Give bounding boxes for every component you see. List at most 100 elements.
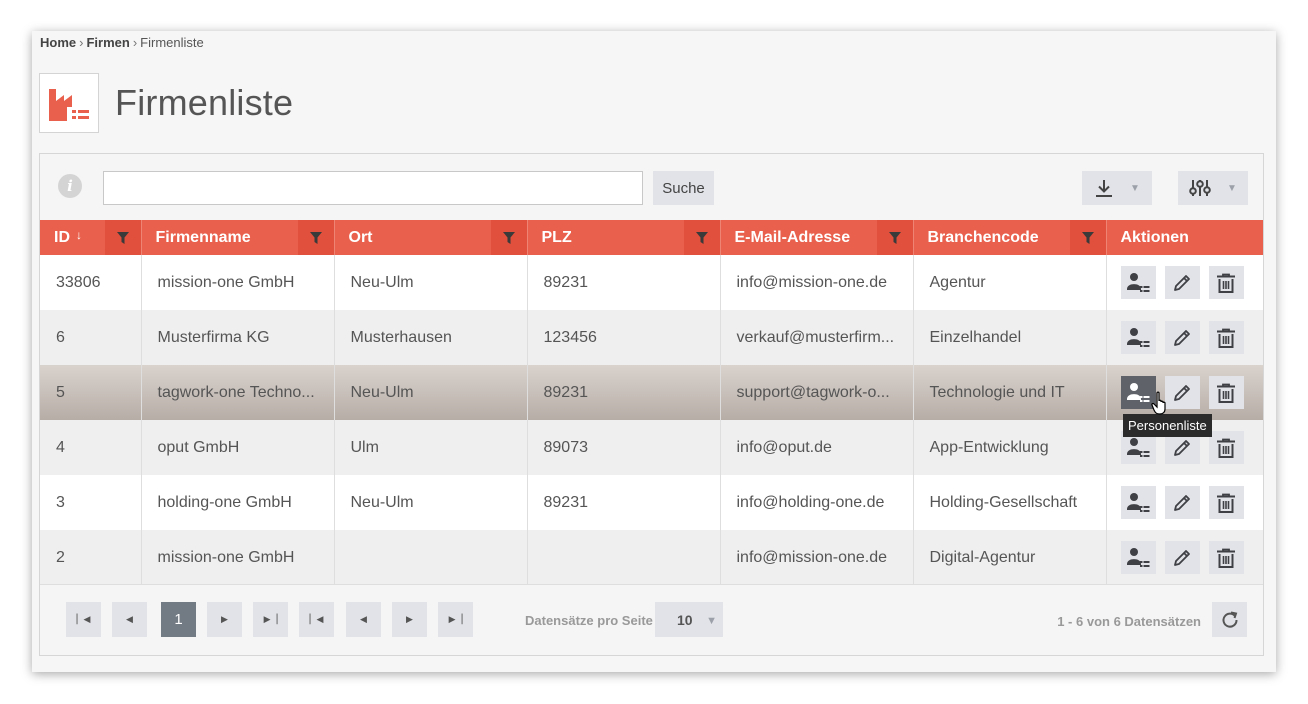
cell-actions — [1106, 475, 1263, 530]
cell-firmenname: mission-one GmbH — [141, 530, 335, 585]
next-page-button[interactable]: ▶ — [207, 602, 242, 637]
cell-branchencode: App-Entwicklung — [913, 420, 1107, 475]
edit-button[interactable] — [1164, 266, 1200, 299]
search-button[interactable]: Suche — [653, 171, 714, 205]
table-row[interactable]: 5 tagwork-one Techno... Neu-Ulm 89231 suppor… — [40, 365, 1263, 420]
trash-icon — [1216, 493, 1236, 513]
cell-ort: Ulm — [334, 420, 528, 475]
filter-icon[interactable] — [297, 220, 334, 255]
cell-plz: 89231 — [527, 475, 721, 530]
grid-toolbar: i Suche ▼ ▼ — [40, 154, 1263, 220]
trash-icon — [1216, 328, 1236, 348]
cell-id: 3 — [40, 475, 142, 530]
cell-actions — [1106, 365, 1263, 420]
table-row[interactable]: 4 oput GmbH Ulm 89073 info@oput.de App-Entwic… — [40, 420, 1263, 475]
per-page-select[interactable]: 10 ▼ — [655, 602, 723, 637]
previous-page-button-secondary[interactable]: ◀ — [346, 602, 381, 637]
records-count: 1 - 6 von 6 Datensätzen — [1057, 614, 1201, 629]
cell-branchencode: Digital-Agentur — [913, 530, 1107, 585]
delete-button[interactable] — [1208, 486, 1244, 519]
filter-icon[interactable] — [683, 220, 720, 255]
cell-branchencode: Einzelhandel — [913, 310, 1107, 365]
column-header-ort[interactable]: Ort — [334, 220, 528, 255]
first-page-button-secondary[interactable]: ▏◀ — [299, 602, 334, 637]
cell-firmenname: holding-one GmbH — [141, 475, 335, 530]
table-row[interactable]: 6 Musterfirma KG Musterhausen 123456 verkauf… — [40, 310, 1263, 365]
cell-firmenname: Musterfirma KG — [141, 310, 335, 365]
tooltip-personenliste: Personenliste — [1123, 414, 1212, 437]
chevron-down-icon: ▼ — [1227, 182, 1237, 194]
cell-email: info@mission-one.de — [720, 530, 914, 585]
cell-email: info@oput.de — [720, 420, 914, 475]
table-body: 33806 mission-one GmbH Neu-Ulm 89231 info@mi… — [40, 255, 1263, 585]
cell-plz: 89073 — [527, 420, 721, 475]
cell-branchencode: Agentur — [913, 255, 1107, 310]
table-row[interactable]: 2 mission-one GmbH info@mission-one.de Digi… — [40, 530, 1263, 585]
cell-id: 6 — [40, 310, 142, 365]
filter-icon[interactable] — [876, 220, 913, 255]
cell-branchencode: Technologie und IT — [913, 365, 1107, 420]
cell-ort: Neu-Ulm — [334, 255, 528, 310]
page-button-current[interactable]: 1 — [161, 602, 196, 637]
delete-button[interactable] — [1208, 266, 1244, 299]
column-header-branchencode[interactable]: Branchencode — [913, 220, 1107, 255]
column-header-label: Aktionen — [1120, 228, 1189, 246]
column-header-firmenname[interactable]: Firmenname — [141, 220, 335, 255]
company-table: ID ↓ Firmenname Ort PLZ E-Mail-Adresse Br… — [40, 220, 1263, 585]
hand-cursor-icon — [1151, 391, 1166, 415]
personenliste-button[interactable] — [1120, 486, 1156, 519]
column-header-label: Branchencode — [927, 228, 1039, 246]
breadcrumb-home[interactable]: Home — [40, 35, 76, 50]
last-page-button[interactable]: ▶▕ — [253, 602, 288, 637]
last-page-button-secondary[interactable]: ▶▕ — [438, 602, 473, 637]
edit-button[interactable] — [1164, 321, 1200, 354]
filter-icon[interactable] — [104, 220, 141, 255]
chevron-down-icon: ▼ — [706, 615, 717, 627]
column-header-id[interactable]: ID ↓ — [40, 220, 142, 255]
pencil-icon — [1172, 273, 1192, 293]
cell-firmenname: oput GmbH — [141, 420, 335, 475]
delete-button[interactable] — [1208, 541, 1244, 574]
cell-actions — [1106, 255, 1263, 310]
personenliste-button[interactable] — [1120, 266, 1156, 299]
person-list-icon — [1126, 437, 1150, 459]
pencil-icon — [1172, 383, 1192, 403]
column-header-email[interactable]: E-Mail-Adresse — [720, 220, 914, 255]
cell-firmenname: tagwork-one Techno... — [141, 365, 335, 420]
pencil-icon — [1172, 493, 1192, 513]
pencil-icon — [1172, 548, 1192, 568]
cell-plz: 89231 — [527, 365, 721, 420]
column-header-plz[interactable]: PLZ — [527, 220, 721, 255]
previous-page-button[interactable]: ◀ — [112, 602, 147, 637]
edit-button[interactable] — [1164, 486, 1200, 519]
first-page-button[interactable]: ▏◀ — [66, 602, 101, 637]
cell-email: support@tagwork-o... — [720, 365, 914, 420]
table-row[interactable]: 33806 mission-one GmbH Neu-Ulm 89231 info@mi… — [40, 255, 1263, 310]
column-header-label: Firmenname — [155, 228, 251, 246]
export-dropdown-button[interactable]: ▼ — [1082, 171, 1152, 205]
edit-button[interactable] — [1164, 541, 1200, 574]
row-actions — [1120, 321, 1250, 354]
filter-icon[interactable] — [1069, 220, 1106, 255]
column-settings-dropdown-button[interactable]: ▼ — [1178, 171, 1248, 205]
row-actions — [1120, 376, 1250, 409]
cell-plz: 123456 — [527, 310, 721, 365]
chevron-down-icon: ▼ — [1130, 182, 1140, 194]
delete-button[interactable] — [1208, 431, 1244, 464]
personenliste-button[interactable] — [1120, 541, 1156, 574]
filter-icon[interactable] — [490, 220, 527, 255]
info-icon[interactable]: i — [58, 174, 82, 198]
delete-button[interactable] — [1208, 321, 1244, 354]
cell-email: verkauf@musterfirm... — [720, 310, 914, 365]
company-grid-panel: i Suche ▼ ▼ ID ↓ Firmenname Ort PLZ E-Ma… — [39, 153, 1264, 656]
next-page-button-secondary[interactable]: ▶ — [392, 602, 427, 637]
table-row[interactable]: 3 holding-one GmbH Neu-Ulm 89231 info@holdin… — [40, 475, 1263, 530]
delete-button[interactable] — [1208, 376, 1244, 409]
refresh-button[interactable] — [1212, 602, 1247, 637]
breadcrumb-firmen[interactable]: Firmen — [86, 35, 129, 50]
search-input[interactable] — [103, 171, 643, 205]
personenliste-button[interactable] — [1120, 321, 1156, 354]
pencil-icon — [1172, 328, 1192, 348]
sort-arrow-icon: ↓ — [76, 227, 82, 242]
title-row: Firmenliste — [39, 73, 293, 133]
